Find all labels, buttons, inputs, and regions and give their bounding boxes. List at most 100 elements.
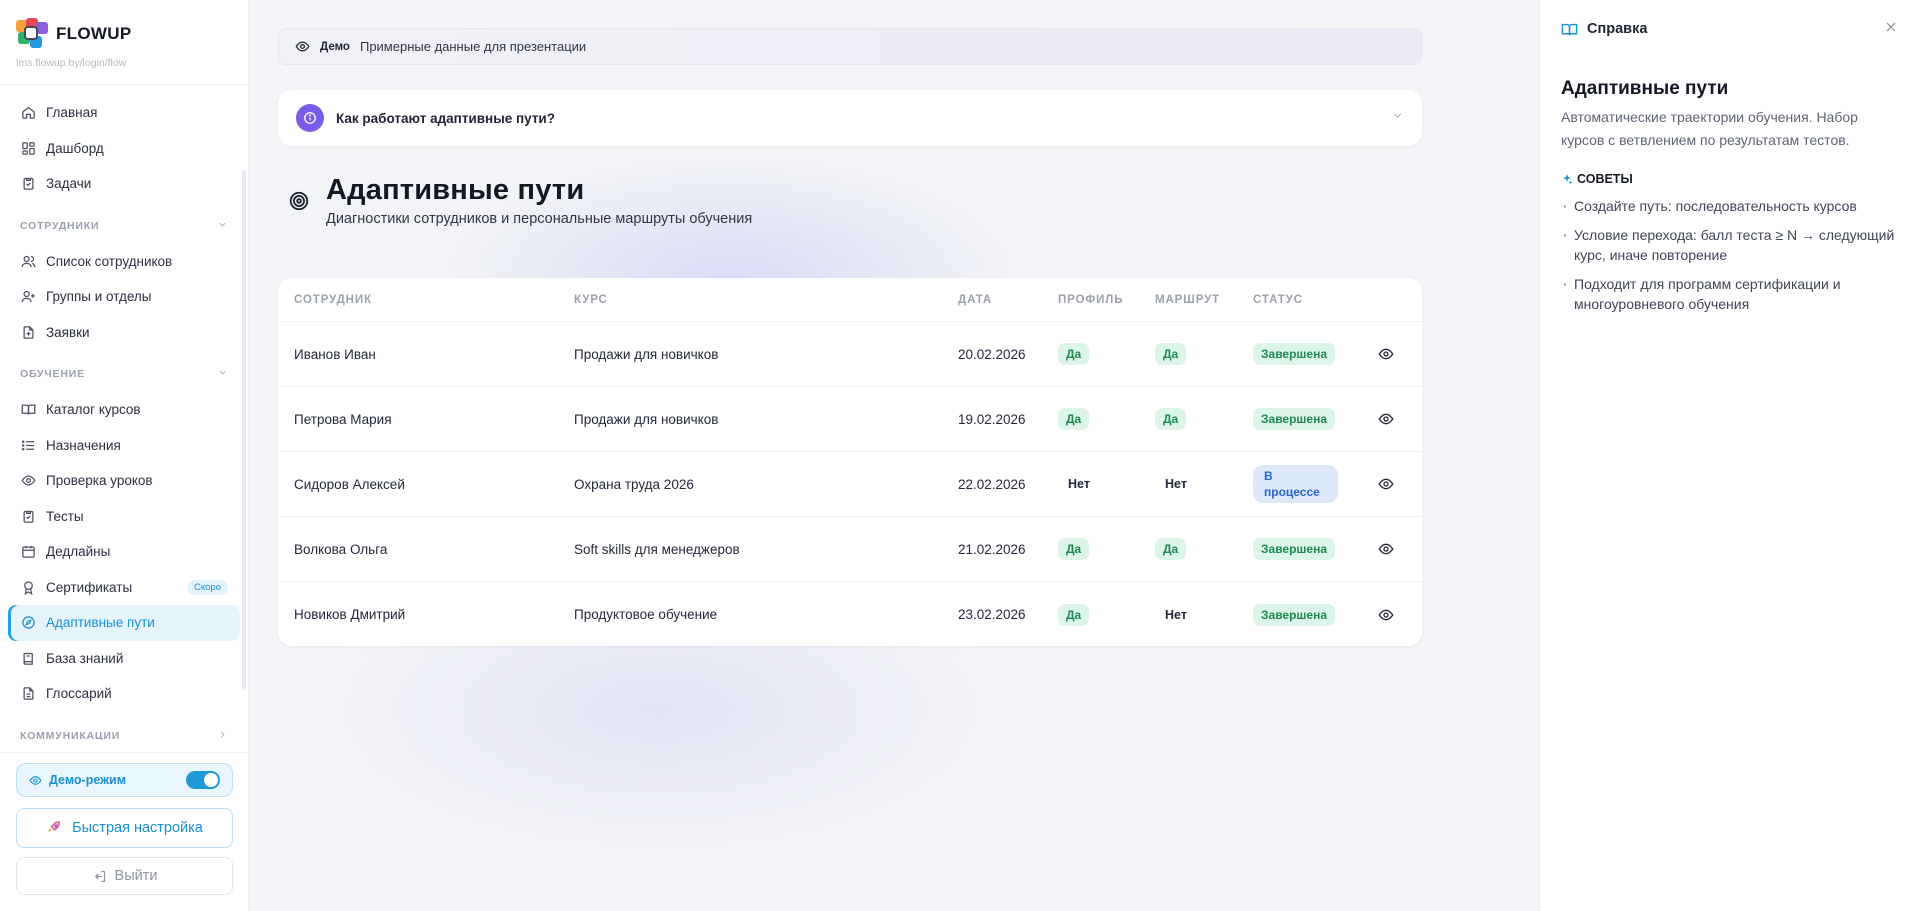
sidebar-item-lesson-review[interactable]: Проверка уроков bbox=[8, 463, 240, 499]
view-eye-icon[interactable] bbox=[1378, 411, 1394, 427]
table-row[interactable]: Новиков Дмитрий Продуктовое обучение 23.… bbox=[278, 582, 1422, 646]
table-row[interactable]: Петрова Мария Продажи для новичков 19.02… bbox=[278, 387, 1422, 452]
brand-block: FLOWUP lms.flowup.by/login/flow bbox=[0, 0, 248, 85]
sidebar-item-adaptive-paths[interactable]: Адаптивные пути bbox=[8, 605, 240, 641]
file-text-icon bbox=[20, 686, 36, 702]
employee-name: Иванов Иван bbox=[294, 346, 376, 362]
home-icon bbox=[20, 105, 36, 121]
tip-item: Подходит для программ сертификации и мно… bbox=[1561, 274, 1898, 314]
eye-icon bbox=[20, 473, 36, 489]
logout-button[interactable]: Выйти bbox=[16, 857, 233, 895]
demo-tag: Демо bbox=[320, 40, 350, 53]
sidebar-item-dashboard[interactable]: Дашборд bbox=[8, 131, 240, 167]
book-icon bbox=[20, 650, 36, 666]
column-header-employee[interactable]: СОТРУДНИК bbox=[294, 294, 372, 306]
table-row[interactable]: Сидоров Алексей Охрана труда 2026 22.02.… bbox=[278, 452, 1422, 517]
column-header-profile[interactable]: ПРОФИЛЬ bbox=[1058, 294, 1123, 306]
close-icon[interactable] bbox=[1884, 20, 1898, 38]
sidebar-item-requests[interactable]: Заявки bbox=[8, 315, 240, 351]
sidebar-item-label: Дедлайны bbox=[46, 544, 111, 560]
column-header-course[interactable]: КУРС bbox=[574, 294, 608, 306]
view-eye-icon[interactable] bbox=[1378, 607, 1394, 623]
sidebar-item-employee-list[interactable]: Список сотрудников bbox=[8, 244, 240, 280]
sidebar-item-label: Адаптивные пути bbox=[46, 615, 155, 631]
list-icon bbox=[20, 437, 36, 453]
quick-setup-button[interactable]: Быстрая настройка bbox=[16, 808, 233, 848]
dashboard-icon bbox=[20, 140, 36, 156]
sidebar-item-home[interactable]: Главная bbox=[8, 95, 240, 131]
sidebar-scrollbar[interactable] bbox=[242, 171, 246, 689]
tip-item: Создайте путь: последовательность курсов bbox=[1561, 196, 1898, 216]
course-name: Soft skills для менеджеров bbox=[574, 541, 740, 557]
column-header-date[interactable]: ДАТА bbox=[958, 294, 992, 306]
sidebar-item-tasks[interactable]: Задачи bbox=[8, 166, 240, 202]
section-communications-label: КОММУНИКАЦИИ bbox=[20, 729, 121, 741]
route-value: Нет bbox=[1165, 477, 1187, 491]
sidebar-item-knowledge-base[interactable]: База знаний bbox=[8, 641, 240, 677]
help-panel: Справка Адаптивные пути Автоматические т… bbox=[1539, 0, 1920, 911]
demo-mode-label: Демо-режим bbox=[49, 773, 126, 787]
sidebar-item-label: Сертификаты bbox=[46, 579, 133, 595]
column-header-route[interactable]: МАРШРУТ bbox=[1155, 294, 1220, 306]
route-badge: Да bbox=[1155, 538, 1187, 560]
section-learning-label: ОБУЧЕНИЕ bbox=[20, 368, 85, 380]
sidebar-item-assignments[interactable]: Назначения bbox=[8, 428, 240, 464]
clipboard-check-icon bbox=[20, 508, 36, 524]
profile-badge: Да bbox=[1058, 603, 1090, 626]
profile-value: Нет bbox=[1068, 477, 1090, 491]
rocket-icon bbox=[46, 820, 62, 836]
eye-icon bbox=[29, 774, 42, 787]
how-it-works-accordion[interactable]: Как работают адаптивные пути? bbox=[278, 90, 1422, 146]
profile-badge: Да bbox=[1058, 538, 1090, 560]
sidebar-nav: Главная Дашборд Задачи СОТРУДНИКИ Список… bbox=[0, 85, 248, 740]
sidebar-item-tests[interactable]: Тесты bbox=[8, 499, 240, 535]
status-badge: Завершена bbox=[1253, 538, 1336, 560]
employee-name: Волкова Ольга bbox=[294, 541, 388, 557]
eye-icon bbox=[295, 39, 310, 54]
table-row[interactable]: Волкова Ольга Soft skills для менеджеров… bbox=[278, 517, 1422, 582]
chevron-down-icon bbox=[1391, 109, 1404, 127]
flowup-logo-icon[interactable] bbox=[16, 18, 48, 50]
coming-soon-badge: Скоро bbox=[187, 579, 228, 595]
sidebar-item-label: Список сотрудников bbox=[46, 253, 173, 269]
table-row[interactable]: Иванов Иван Продажи для новичков 20.02.2… bbox=[278, 322, 1422, 387]
demo-mode-toggle[interactable]: Демо-режим bbox=[16, 763, 233, 797]
profile-badge: Да bbox=[1058, 408, 1090, 430]
sidebar-item-groups[interactable]: Группы и отделы bbox=[8, 279, 240, 315]
section-communications-toggle[interactable]: КОММУНИКАЦИИ bbox=[8, 718, 240, 741]
section-employees-toggle[interactable]: СОТРУДНИКИ bbox=[8, 208, 240, 244]
sidebar-item-course-catalog[interactable]: Каталог курсов bbox=[8, 392, 240, 428]
sidebar-item-label: Назначения bbox=[46, 437, 121, 453]
compass-icon bbox=[20, 615, 36, 631]
info-icon bbox=[296, 104, 324, 132]
status-badge: В процессе bbox=[1253, 465, 1338, 503]
user-plus-icon bbox=[20, 289, 36, 305]
sidebar-item-glossary[interactable]: Глоссарий bbox=[8, 676, 240, 712]
book-open-icon bbox=[20, 402, 36, 418]
employee-name: Петрова Мария bbox=[294, 411, 392, 427]
section-learning-toggle[interactable]: ОБУЧЕНИЕ bbox=[8, 356, 240, 392]
view-eye-icon[interactable] bbox=[1378, 346, 1394, 362]
view-eye-icon[interactable] bbox=[1378, 541, 1394, 557]
status-badge: Завершена bbox=[1253, 343, 1336, 365]
course-name: Продажи для новичков bbox=[574, 411, 719, 427]
sidebar-item-label: Задачи bbox=[46, 176, 92, 192]
route-badge: Да bbox=[1155, 408, 1187, 430]
diagnostics-table: СОТРУДНИК КУРС ДАТА ПРОФИЛЬ МАРШРУТ СТАТ… bbox=[278, 278, 1422, 646]
tips-heading: СОВЕТЫ bbox=[1561, 172, 1898, 186]
sidebar-item-deadlines[interactable]: Дедлайны bbox=[8, 534, 240, 570]
sidebar-item-label: Дашборд bbox=[46, 140, 104, 156]
view-eye-icon[interactable] bbox=[1378, 476, 1394, 492]
brand-url: lms.flowup.by/login/flow bbox=[16, 57, 127, 69]
sidebar: FLOWUP lms.flowup.by/login/flow Главная … bbox=[0, 0, 249, 911]
page-header: Адаптивные пути Диагностики сотрудников … bbox=[288, 174, 752, 227]
column-header-status[interactable]: СТАТУС bbox=[1253, 294, 1303, 306]
route-badge: Да bbox=[1155, 343, 1187, 365]
section-employees-label: СОТРУДНИКИ bbox=[20, 219, 100, 232]
sidebar-item-label: Тесты bbox=[46, 508, 84, 524]
diagnostic-date: 19.02.2026 bbox=[958, 411, 1026, 427]
accordion-title: Как работают адаптивные пути? bbox=[336, 110, 555, 126]
demo-mode-switch[interactable] bbox=[186, 771, 220, 789]
sidebar-item-certificates[interactable]: Сертификаты Скоро bbox=[8, 570, 240, 606]
brand-name: FLOWUP bbox=[56, 24, 132, 43]
